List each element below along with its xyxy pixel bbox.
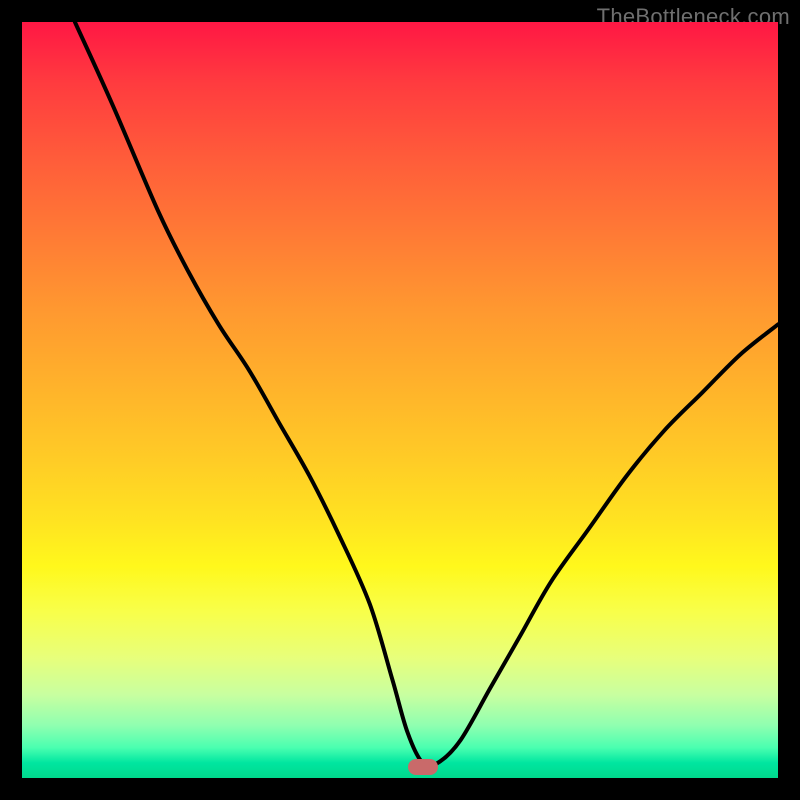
bottleneck-curve (22, 22, 778, 778)
chart-frame: TheBottleneck.com (0, 0, 800, 800)
plot-area (22, 22, 778, 778)
bottleneck-marker (408, 759, 438, 775)
